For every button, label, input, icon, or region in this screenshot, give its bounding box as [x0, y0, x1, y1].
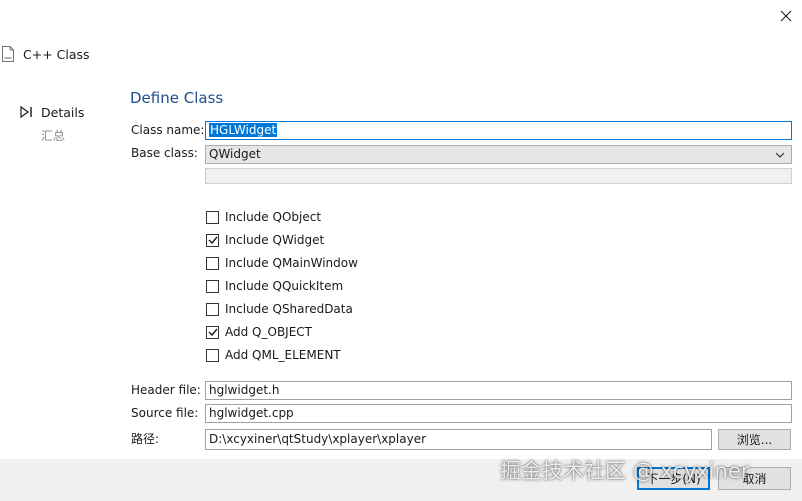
checkbox[interactable] [206, 348, 219, 362]
option-include-qobject[interactable]: Include QObject [206, 207, 358, 227]
wizard-title: C++ Class [23, 47, 90, 62]
step-summary: 汇总 [41, 129, 66, 143]
document-icon [2, 46, 14, 62]
close-button[interactable] [770, 2, 802, 30]
base-class-value: QWidget [209, 147, 261, 161]
option-add-qml-element[interactable]: Add QML_ELEMENT [206, 345, 358, 365]
header-file-input[interactable]: hglwidget.h [205, 381, 792, 400]
checkmark-icon [208, 328, 218, 336]
source-file-label: Source file: [131, 406, 199, 420]
option-include-qwidget[interactable]: Include QWidget [206, 230, 358, 250]
browse-button[interactable]: 浏览... [718, 429, 791, 450]
option-label: Include QWidget [225, 233, 325, 247]
option-include-qmainwindow[interactable]: Include QMainWindow [206, 253, 358, 273]
base-class-select[interactable]: QWidget [205, 145, 792, 164]
checkbox[interactable] [206, 233, 219, 247]
step-details: Details [41, 105, 85, 120]
checkbox[interactable] [206, 210, 219, 224]
option-label: Add QML_ELEMENT [225, 348, 341, 362]
option-include-qquickitem[interactable]: Include QQuickItem [206, 276, 358, 296]
option-label: Include QQuickItem [225, 279, 344, 293]
next-button[interactable]: 下一步(N) [637, 467, 710, 490]
class-name-input[interactable]: HGLWidget [205, 121, 792, 140]
chevron-down-icon [775, 152, 785, 158]
page-title: Define Class [130, 89, 224, 107]
close-icon [780, 10, 792, 22]
cancel-button[interactable]: 取消 [718, 467, 791, 490]
class-name-value: HGLWidget [209, 123, 278, 137]
option-label: Include QSharedData [225, 302, 353, 316]
checkbox[interactable] [206, 325, 219, 339]
path-input[interactable]: D:\xcyxiner\qtStudy\xplayer\xplayer [205, 429, 712, 450]
header-file-label: Header file: [131, 383, 201, 397]
current-step-arrow-icon [20, 106, 32, 118]
option-add-q-object[interactable]: Add Q_OBJECT [206, 322, 358, 342]
option-include-qshareddata[interactable]: Include QSharedData [206, 299, 358, 319]
base-class-progress [205, 168, 792, 184]
checkmark-icon [208, 236, 218, 244]
options-list: Include QObject Include QWidget Include … [206, 207, 358, 365]
class-name-label: Class name: [131, 123, 205, 137]
option-label: Include QMainWindow [225, 256, 358, 270]
checkbox[interactable] [206, 256, 219, 270]
option-label: Include QObject [225, 210, 322, 224]
source-file-input[interactable]: hglwidget.cpp [205, 404, 792, 423]
option-label: Add Q_OBJECT [225, 325, 312, 339]
base-class-label: Base class: [131, 146, 198, 160]
checkbox[interactable] [206, 279, 219, 293]
checkbox[interactable] [206, 302, 219, 316]
path-label: 路径: [131, 432, 160, 446]
